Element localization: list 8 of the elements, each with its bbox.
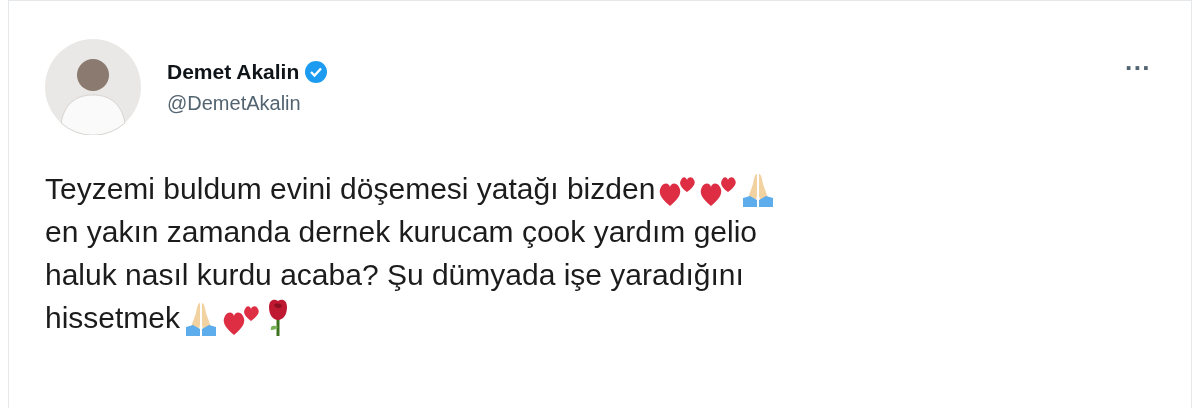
tweet-text: hissetmek	[45, 300, 181, 336]
more-options-button[interactable]: ···	[1121, 53, 1155, 84]
avatar-icon[interactable]	[45, 39, 141, 135]
tweet-text: Teyzemi buldum evini döşemesi yatağı bizden	[45, 171, 656, 207]
author-name[interactable]: Demet Akalin	[167, 59, 300, 84]
tweet-text: en yakın zamanda dernek kurucam çook yardım gelio	[45, 214, 758, 250]
tweet-text: haluk nasıl kurdu acaba? Şu dümyada işe yaradığını	[45, 257, 744, 293]
author-handle[interactable]: @DemetAkalin	[167, 91, 1095, 115]
